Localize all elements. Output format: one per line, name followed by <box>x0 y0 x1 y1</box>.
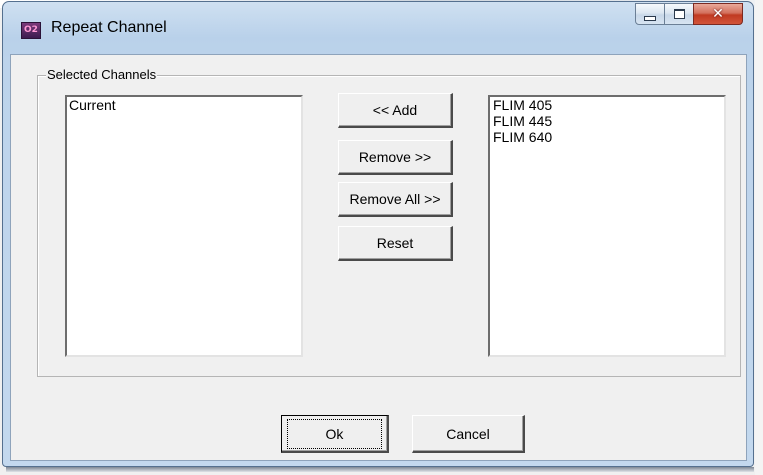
minimize-icon <box>644 15 656 21</box>
selected-channels-group: Selected Channels Current << Add Remove … <box>37 67 741 377</box>
maximize-icon <box>673 9 685 19</box>
list-item[interactable]: FLIM 640 <box>490 129 724 145</box>
window-title: Repeat Channel <box>51 19 167 36</box>
list-item[interactable]: FLIM 445 <box>490 113 724 129</box>
close-icon: ✕ <box>712 6 724 22</box>
minimize-button[interactable] <box>635 3 665 25</box>
list-item[interactable]: Current <box>67 97 301 113</box>
repeat-channel-dialog: O2 Repeat Channel ✕ Selected Channels Cu… <box>2 1 754 467</box>
window-shadow <box>6 467 754 472</box>
app-logo-icon: O2 <box>21 22 41 39</box>
ok-button[interactable]: Ok <box>281 415 389 453</box>
maximize-button[interactable] <box>664 3 694 25</box>
title-bar[interactable]: O2 Repeat Channel ✕ <box>3 2 753 54</box>
dialog-client-area: Selected Channels Current << Add Remove … <box>10 54 747 461</box>
remove-button[interactable]: Remove >> <box>338 140 453 175</box>
reset-button[interactable]: Reset <box>338 226 453 261</box>
list-item[interactable]: FLIM 405 <box>490 97 724 113</box>
available-channels-list[interactable]: FLIM 405 FLIM 445 FLIM 640 <box>488 95 726 357</box>
desktop-background-edge <box>755 0 763 475</box>
add-button[interactable]: << Add <box>338 93 453 128</box>
group-label: Selected Channels <box>46 67 158 82</box>
selected-channels-list[interactable]: Current <box>65 95 303 357</box>
close-button[interactable]: ✕ <box>693 3 743 25</box>
cancel-button[interactable]: Cancel <box>412 415 525 453</box>
ok-button-label: Ok <box>286 418 383 449</box>
remove-all-button[interactable]: Remove All >> <box>338 182 453 217</box>
caption-buttons: ✕ <box>635 3 743 27</box>
